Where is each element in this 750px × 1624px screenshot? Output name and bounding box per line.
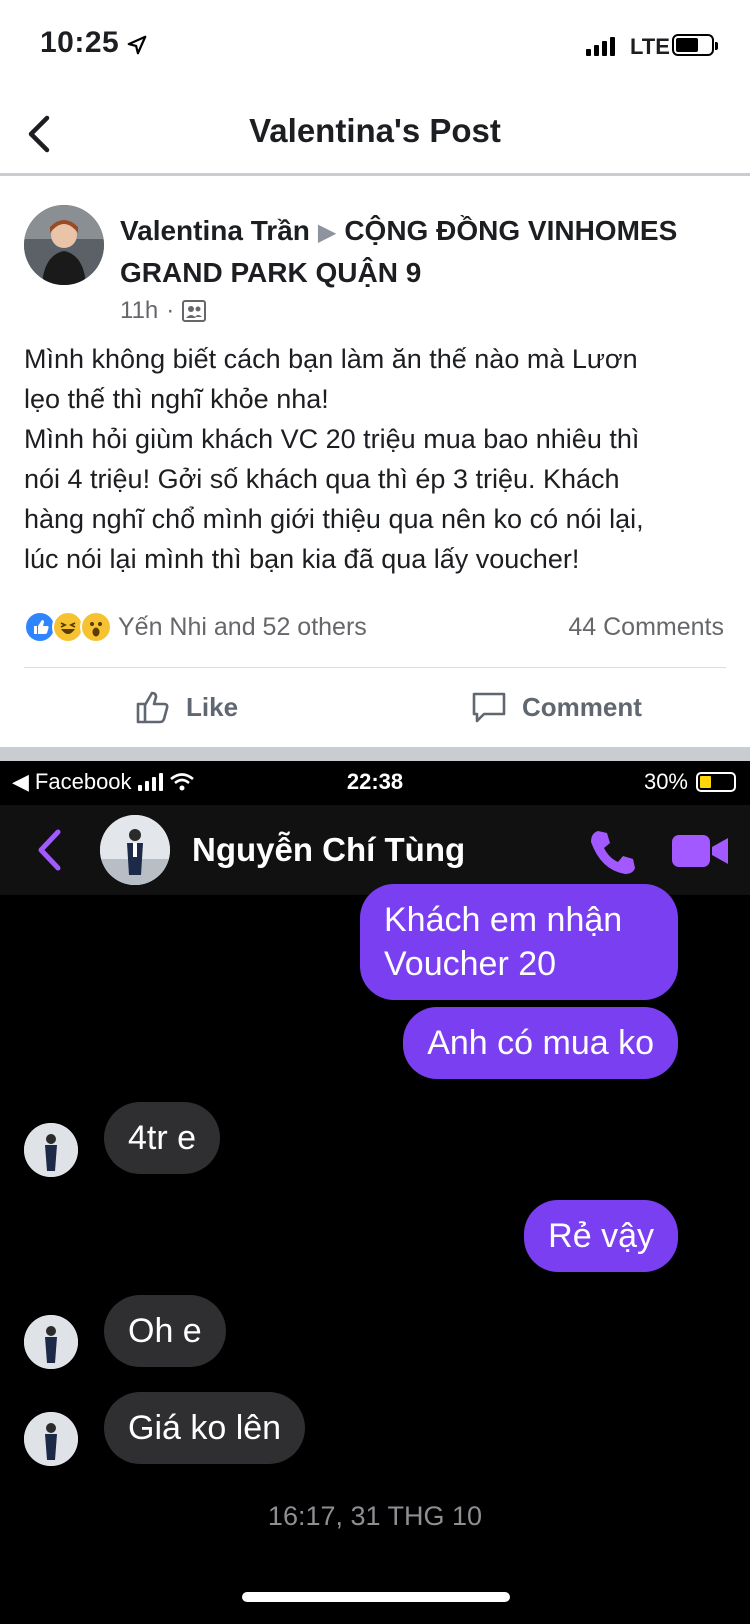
group-audience-icon	[182, 300, 207, 322]
contact-small-avatar	[24, 1123, 78, 1177]
meta-separator: ·	[166, 297, 175, 324]
post-meta: 11h ·	[120, 297, 207, 325]
attached-screenshot[interactable]: ◀ Facebook 22:38 30% Nguyễn Chí Tùng Khá…	[0, 761, 750, 1624]
incoming-message: Giá ko lên	[104, 1392, 306, 1464]
avatar-photo-icon	[24, 205, 104, 285]
post-header: Valentina's Post	[0, 92, 750, 176]
comment-bubble-icon	[472, 692, 506, 723]
phone-call-icon	[591, 831, 635, 874]
video-call-icon	[672, 835, 728, 867]
screenshot-battery-percent: 30%	[643, 769, 688, 794]
outgoing-message: Rẻ vậy	[524, 1200, 678, 1272]
like-button[interactable]: Like	[134, 667, 238, 747]
messenger-back-icon	[38, 829, 61, 871]
comment-label: Comment	[522, 691, 642, 722]
screenshot-status-right: 30%	[644, 769, 736, 795]
message-timestamp: 16:17, 31 THG 10	[267, 1501, 483, 1531]
status-bar: 10:25 LTE	[0, 0, 750, 92]
messenger-header: Nguyễn Chí Tùng	[0, 805, 750, 895]
comment-button[interactable]: Comment	[470, 667, 642, 747]
contact-avatar	[100, 815, 170, 885]
post-card: Valentina Trần ▶ CỘNG ĐỒNG VINHOMES GRAND …	[0, 179, 750, 747]
like-label: Like	[186, 691, 239, 722]
arrow-right-icon: ▶	[317, 219, 337, 246]
post-body: Mình không biết cách bạn làm ăn thế nào …	[24, 344, 644, 574]
contact-name: Nguyễn Chí Tùng	[192, 831, 466, 868]
comments-count[interactable]: 44 Comments	[568, 613, 724, 642]
home-indicator[interactable]	[242, 1592, 510, 1602]
reactions-summary[interactable]: Yến Nhi and 52 others	[24, 611, 367, 643]
post-time[interactable]: 11h	[120, 297, 158, 325]
outgoing-message: Khách em nhận Voucher 20	[360, 884, 678, 1000]
page-title: Valentina's Post	[249, 112, 501, 149]
cellular-signal-icon	[586, 36, 615, 56]
network-type: LTE	[630, 34, 670, 59]
reaction-names: Yến Nhi and 52 others	[118, 612, 367, 641]
contact-small-avatar	[24, 1412, 78, 1466]
screenshot-time: 22:38	[346, 769, 404, 794]
section-separator	[0, 747, 750, 761]
contact-small-avatar	[24, 1315, 78, 1369]
author-avatar[interactable]	[24, 205, 104, 285]
wow-reaction-icon	[80, 611, 112, 643]
screenshot-status-bar: ◀ Facebook 22:38 30%	[0, 761, 750, 805]
author-name[interactable]: Valentina Trần	[120, 215, 310, 246]
location-arrow-icon	[127, 35, 147, 55]
screenshot-battery-icon	[696, 772, 736, 792]
thumbs-up-icon	[136, 691, 169, 724]
incoming-message: Oh e	[104, 1295, 226, 1367]
outgoing-message: Anh có mua ko	[403, 1007, 678, 1079]
status-time: 10:25	[40, 26, 120, 59]
incoming-message: 4tr e	[104, 1102, 221, 1174]
author-and-group: Valentina Trần ▶ CỘNG ĐỒNG VINHOMES GRAND …	[120, 211, 720, 293]
battery-icon	[672, 34, 718, 56]
